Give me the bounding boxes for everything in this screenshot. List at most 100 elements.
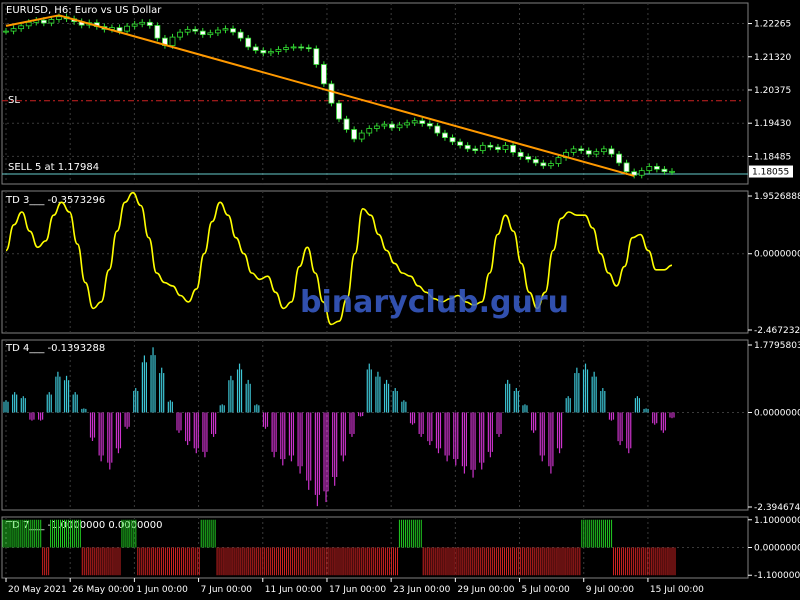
candle-body-58 <box>442 132 448 139</box>
candle-body-25 <box>192 28 199 32</box>
watermark-text: binaryclub.guru <box>300 285 569 320</box>
td4-title: TD 4___ -0.1393288 <box>5 343 105 354</box>
td4-tick-label-0: 1.7795803 <box>754 341 800 351</box>
candle-body-64 <box>487 144 494 148</box>
td3-tick-label-1: 0.0000000 <box>754 250 800 260</box>
candle-body-59 <box>449 137 456 143</box>
td7-tick-label-1: 0.0000000 <box>754 544 800 554</box>
current-price-label: 1.18055 <box>752 168 789 178</box>
candle-body-29 <box>222 28 229 31</box>
candle-body-55 <box>419 120 426 124</box>
candle-body-50 <box>381 123 388 127</box>
x-tick-label-5: 17 Jun 00:00 <box>329 585 386 595</box>
x-tick-label-7: 29 Jun 00:00 <box>457 585 514 595</box>
price-series <box>2 13 748 179</box>
x-tick-label-8: 5 Jul 00:00 <box>522 585 571 595</box>
candle-body-27 <box>207 32 214 36</box>
candle-body-48 <box>366 128 373 134</box>
candle-body-57 <box>434 125 441 134</box>
candle-body-82 <box>623 162 630 173</box>
candle-body-45 <box>343 118 350 130</box>
td3-tick-label-0: 1.9526888 <box>754 192 800 202</box>
candle-body-2 <box>18 25 25 30</box>
price-axis-labels: 1.22265 1.21320 1.20375 1.19430 1.18485 1.180… <box>748 20 800 581</box>
candle-body-66 <box>502 144 509 150</box>
main-tick-label-3: 1.19430 <box>754 119 791 129</box>
time-axis: 20 May 2021 26 May 00:00 1 Jun 00:00 7 Jun … <box>5 578 704 595</box>
td4-tick-label-1: 0.0000000 <box>754 408 800 418</box>
candle-body-67 <box>510 144 516 153</box>
candle-body-30 <box>230 28 236 33</box>
x-tick-label-0: 20 May 2021 <box>8 585 67 595</box>
candle-body-69 <box>525 156 532 160</box>
candle-body-84 <box>638 170 645 176</box>
td4-indicator-pane[interactable]: TD 4___ -0.1393288 <box>3 343 675 507</box>
candle-body-33 <box>252 46 259 51</box>
candle-body-49 <box>373 125 380 129</box>
candle-body-71 <box>540 162 547 167</box>
candle-body-88 <box>669 170 675 173</box>
candle-body-63 <box>479 144 486 152</box>
candle-body-36 <box>275 48 282 52</box>
main-price-pane[interactable]: EURUSD, H6: Euro vs US Dollar SL SELL 5 … <box>2 5 748 179</box>
candle-body-15 <box>116 27 123 32</box>
candle-body-0 <box>3 30 9 33</box>
candle-body-70 <box>532 158 539 164</box>
td3-tick-label-2: -2.4672326 <box>754 326 800 336</box>
candle-body-80 <box>608 148 615 155</box>
candle-body-76 <box>578 148 585 152</box>
candle-body-38 <box>290 46 297 49</box>
x-tick-label-1: 26 May 00:00 <box>72 585 134 595</box>
candle-body-47 <box>358 132 365 140</box>
x-tick-label-3: 7 Jun 00:00 <box>201 585 253 595</box>
candle-body-5 <box>40 19 47 24</box>
main-tick-label-4: 1.18485 <box>754 152 791 162</box>
candle-body-37 <box>283 47 289 50</box>
candle-body-68 <box>517 151 524 157</box>
candle-body-42 <box>320 64 327 85</box>
candle-body-23 <box>177 31 183 38</box>
mt4-chart[interactable]: EURUSD, H6: Euro vs US Dollar SL SELL 5 … <box>0 0 800 600</box>
x-tick-label-6: 23 Jun 00:00 <box>393 585 450 595</box>
candle-body-3 <box>25 21 32 27</box>
main-title: EURUSD, H6: Euro vs US Dollar <box>6 5 162 16</box>
trend-line-1 <box>58 14 635 177</box>
candle-body-6 <box>48 19 55 24</box>
candle-body-19 <box>146 21 153 26</box>
candle-body-17 <box>131 23 138 27</box>
candle-body-28 <box>215 29 221 34</box>
candle-body-31 <box>237 31 244 39</box>
candle-body-18 <box>139 21 146 25</box>
candle-body-43 <box>328 83 335 104</box>
candle-body-40 <box>305 47 312 50</box>
candle-body-41 <box>313 48 320 65</box>
td3-title: TD 3___ -0.3573296 <box>5 195 105 206</box>
x-tick-label-10: 15 Jul 00:00 <box>650 585 704 595</box>
pane-border-td4 <box>1 339 749 511</box>
candle-body-62 <box>472 148 479 152</box>
candle-body-52 <box>396 124 403 129</box>
candle-body-85 <box>646 166 653 172</box>
candle-body-24 <box>184 28 191 33</box>
candle-body-7 <box>56 16 62 20</box>
td4-tick-label-2: -2.3946748 <box>754 503 800 513</box>
candle-body-54 <box>411 120 418 124</box>
candle-body-61 <box>464 144 471 150</box>
td7-tick-label-0: 1.1000000 <box>754 516 800 526</box>
candle-body-22 <box>169 36 176 46</box>
sell-label: SELL 5 at 1.17984 <box>8 162 99 173</box>
candle-body-86 <box>653 166 660 170</box>
candle-body-73 <box>555 157 562 165</box>
candle-body-60 <box>457 141 463 146</box>
candle-body-1 <box>10 28 17 32</box>
candle-body-34 <box>260 50 267 54</box>
td7-tick-label-2: -1.1000000 <box>754 571 800 581</box>
candle-body-35 <box>267 51 274 54</box>
candle-body-77 <box>585 150 592 155</box>
td4-histogram <box>3 347 675 507</box>
candle-body-20 <box>154 25 161 39</box>
candle-body-65 <box>495 146 501 150</box>
x-tick-label-2: 1 Jun 00:00 <box>136 585 188 595</box>
main-tick-label-2: 1.20375 <box>754 86 791 96</box>
candle-body-56 <box>426 123 433 127</box>
